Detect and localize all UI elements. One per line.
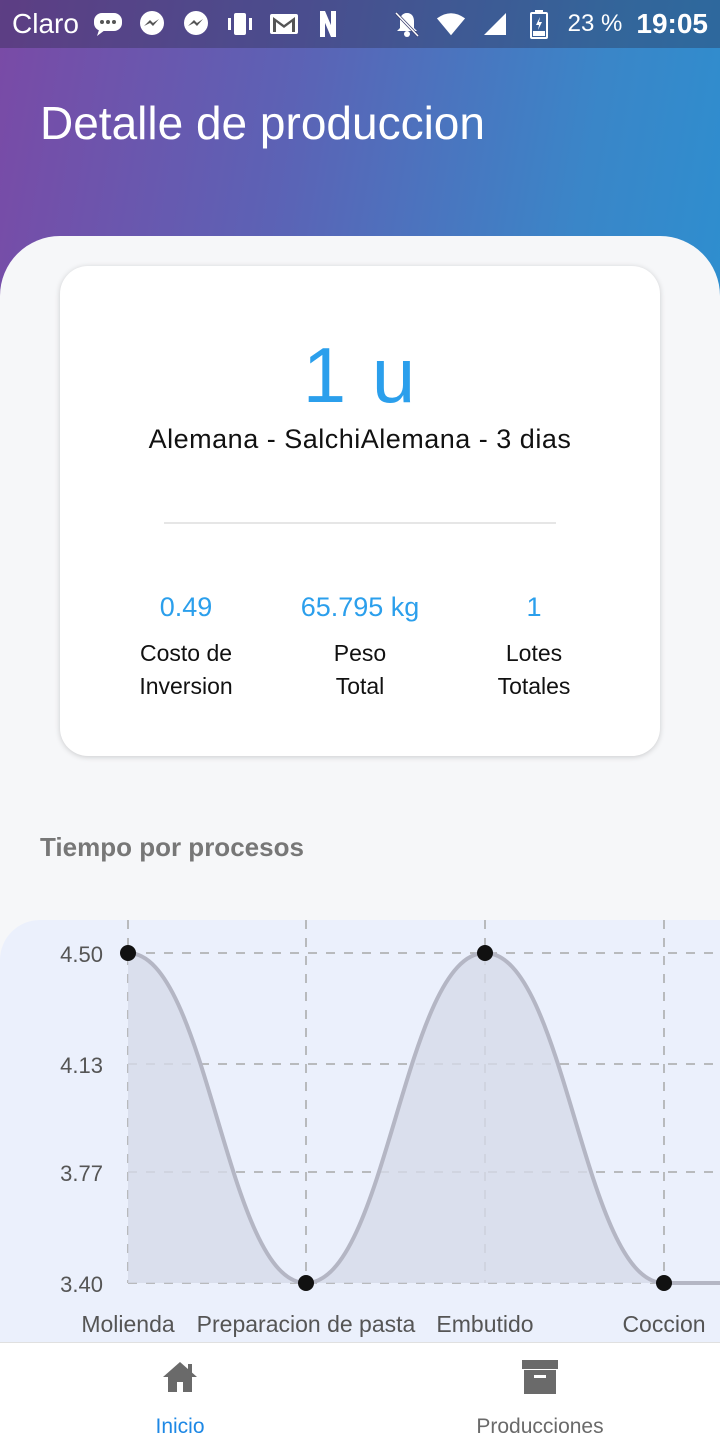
battery-icon <box>524 9 554 39</box>
netflix-icon <box>313 9 343 39</box>
x-tick-label: Coccion <box>622 1311 705 1337</box>
stat-label: Peso Total <box>260 637 460 703</box>
vibrate-icon <box>225 9 255 39</box>
status-bar: Claro 23 % 19:05 <box>0 0 720 48</box>
stat-label-line: Total <box>335 673 385 699</box>
chat-bubble-icon <box>93 9 123 39</box>
stat-label-line: Lotes <box>505 640 563 666</box>
data-point <box>656 1275 672 1291</box>
signal-icon <box>480 9 510 39</box>
stat-label-line: Inversion <box>139 673 233 699</box>
product-name: Alemana - SalchiAlemana - 3 dias <box>148 424 572 454</box>
process-time-chart: 4.50 4.13 3.77 3.40 Molienda Preparacion de p… <box>60 920 720 1337</box>
nav-item-inicio[interactable]: Inicio <box>0 1343 360 1440</box>
y-tick-label: 4.50 <box>60 942 103 967</box>
card-divider <box>164 522 556 524</box>
x-tick-label: Molienda <box>81 1311 175 1337</box>
y-tick-label: 3.77 <box>60 1161 103 1186</box>
x-tick-label: Preparacion de pasta <box>197 1311 416 1337</box>
stat-investment-cost: 0.49 Costo de Inversion <box>86 592 286 703</box>
nav-item-producciones[interactable]: Producciones <box>360 1343 720 1440</box>
stat-total-lots: 1 Lotes Totales <box>434 592 634 703</box>
stat-label: Lotes Totales <box>434 637 634 703</box>
mute-icon <box>392 9 422 39</box>
stat-label-line: Totales <box>497 673 571 699</box>
data-point <box>298 1275 314 1291</box>
messenger-icon <box>181 9 211 39</box>
stat-label-line: Peso <box>333 640 387 666</box>
bottom-nav: Inicio Producciones <box>0 1342 720 1440</box>
nav-label: Producciones <box>476 1415 604 1438</box>
section-title: Tiempo por procesos <box>40 832 304 862</box>
stat-value: 1 <box>526 592 542 622</box>
archive-box-icon <box>522 1360 558 1394</box>
stat-label: Costo de Inversion <box>86 637 286 703</box>
home-icon <box>163 1362 197 1392</box>
y-tick-label: 4.13 <box>60 1053 103 1078</box>
stat-value: 65.795 kg <box>300 592 420 622</box>
y-tick-label: 3.40 <box>60 1272 103 1297</box>
quantity-value: 1 u <box>302 331 418 419</box>
carrier-name: Claro <box>12 8 79 39</box>
wifi-icon <box>436 9 466 39</box>
x-tick-label: Embutido <box>436 1311 533 1337</box>
data-point <box>120 945 136 961</box>
stat-label-line: Costo de <box>139 640 233 666</box>
nav-label: Inicio <box>155 1415 205 1438</box>
data-point <box>477 945 493 961</box>
stat-value: 0.49 <box>159 592 213 622</box>
battery-percent: 23 % <box>567 10 623 37</box>
page-title: Detalle de produccion <box>40 97 485 149</box>
gmail-icon <box>269 9 299 39</box>
stat-total-weight: 65.795 kg Peso Total <box>260 592 460 703</box>
clock: 19:05 <box>636 8 708 39</box>
messenger-icon <box>137 9 167 39</box>
